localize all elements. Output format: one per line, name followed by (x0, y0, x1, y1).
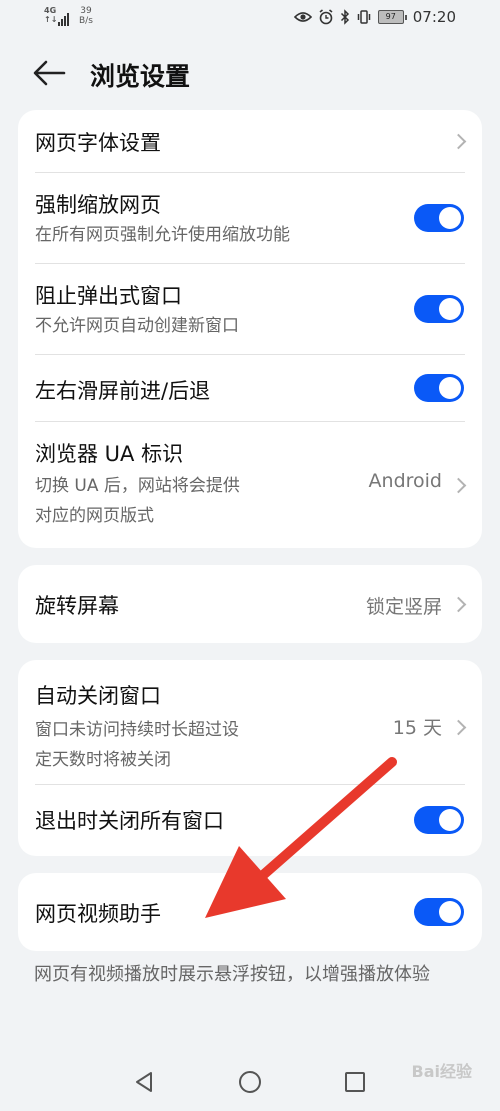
bluetooth-icon (340, 9, 349, 25)
row-video-assistant[interactable]: 网页视频助手 (18, 873, 482, 951)
network-activity-label: ↑↓ (44, 15, 58, 24)
auto-close-value: 15 天 (392, 717, 442, 739)
network-type: 4G ↑↓ (44, 6, 58, 24)
battery-level: 97 (377, 10, 404, 24)
nav-recents-icon[interactable] (344, 1071, 366, 1093)
block-popups-toggle[interactable] (414, 295, 464, 323)
row-subtitle: 定天数时将被关闭 (35, 750, 171, 770)
watermark: Bai经验 (411, 1062, 472, 1081)
row-block-popups[interactable]: 阻止弹出式窗口 不允许网页自动创建新窗口 (18, 264, 482, 354)
row-title: 浏览器 UA 标识 (35, 442, 184, 466)
row-rotate-screen[interactable]: 旋转屏幕 锁定竖屏 (18, 565, 482, 643)
status-bar: 4G ↑↓ 39 B/s 97 07:20 (0, 0, 500, 36)
row-font-settings[interactable]: 网页字体设置 (18, 110, 482, 172)
row-force-zoom[interactable]: 强制缩放网页 在所有网页强制允许使用缩放功能 (18, 173, 482, 263)
status-right: 97 07:20 (293, 8, 456, 26)
close-on-exit-toggle[interactable] (414, 806, 464, 834)
nav-home-icon[interactable] (238, 1070, 262, 1094)
video-assistant-toggle[interactable] (414, 898, 464, 926)
row-title: 网页字体设置 (35, 131, 161, 155)
vibrate-icon (357, 10, 371, 24)
clock: 07:20 (412, 8, 456, 26)
settings-card-general: 网页字体设置 强制缩放网页 在所有网页强制允许使用缩放功能 阻止弹出式窗口 不允… (18, 110, 482, 548)
row-title: 阻止弹出式窗口 (35, 284, 182, 308)
settings-card-video: 网页视频助手 (18, 873, 482, 951)
row-auto-close-windows[interactable]: 自动关闭窗口 窗口未访问持续时长超过设 定天数时将被关闭 15 天 (18, 660, 482, 784)
row-browser-ua[interactable]: 浏览器 UA 标识 切换 UA 后，网站将会提供 对应的网页版式 Android (18, 422, 482, 548)
row-swipe-navigation[interactable]: 左右滑屏前进/后退 (18, 355, 482, 421)
settings-card-rotation: 旋转屏幕 锁定竖屏 (18, 565, 482, 643)
status-left: 4G ↑↓ 39 B/s (44, 6, 93, 26)
row-subtitle: 窗口未访问持续时长超过设 (35, 720, 239, 740)
battery-icon: 97 (377, 10, 407, 24)
app-header: 浏览设置 (0, 48, 500, 100)
swipe-navigation-toggle[interactable] (414, 374, 464, 402)
signal-icon (58, 12, 69, 26)
page-title: 浏览设置 (90, 62, 191, 91)
back-arrow-icon[interactable] (32, 60, 66, 86)
row-subtitle: 对应的网页版式 (35, 506, 154, 526)
rotate-value: 锁定竖屏 (365, 596, 442, 618)
row-title: 强制缩放网页 (35, 193, 161, 217)
row-title: 自动关闭窗口 (35, 684, 161, 708)
speed-unit: B/s (79, 16, 93, 26)
row-subtitle: 切换 UA 后，网站将会提供 (35, 476, 240, 496)
ua-value: Android (368, 470, 442, 492)
row-title: 旋转屏幕 (35, 594, 119, 618)
chevron-right-icon (450, 719, 467, 736)
chevron-right-icon (450, 596, 467, 613)
video-assistant-description: 网页有视频播放时展示悬浮按钮，以增强播放体验 (34, 964, 430, 985)
row-title: 网页视频助手 (35, 902, 161, 926)
row-close-on-exit[interactable]: 退出时关闭所有窗口 (18, 785, 482, 856)
speed-value: 39 (80, 6, 92, 16)
network-type-label: 4G (44, 6, 57, 15)
chevron-right-icon (450, 477, 467, 494)
row-subtitle: 不允许网页自动创建新窗口 (35, 316, 239, 336)
force-zoom-toggle[interactable] (414, 204, 464, 232)
eye-icon (293, 12, 312, 22)
nav-back-icon[interactable] (132, 1070, 156, 1094)
row-title: 退出时关闭所有窗口 (35, 809, 224, 833)
network-speed: 39 B/s (79, 6, 93, 26)
chevron-right-icon (450, 133, 467, 150)
row-title: 左右滑屏前进/后退 (35, 379, 211, 403)
alarm-icon (319, 9, 333, 25)
settings-card-windows: 自动关闭窗口 窗口未访问持续时长超过设 定天数时将被关闭 15 天 退出时关闭所… (18, 660, 482, 856)
row-subtitle: 在所有网页强制允许使用缩放功能 (35, 225, 290, 245)
